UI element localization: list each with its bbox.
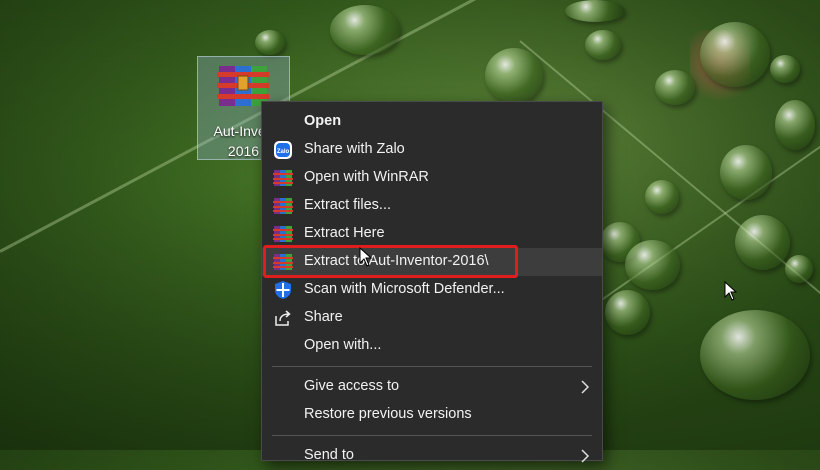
share-icon	[275, 310, 291, 326]
water-droplet	[655, 70, 695, 105]
menu-item-scan-defender[interactable]: Scan with Microsoft Defender...	[262, 276, 602, 304]
water-droplet	[700, 310, 810, 400]
water-droplet	[775, 100, 815, 150]
menu-item-restore-previous-versions[interactable]: Restore previous versions	[262, 401, 602, 429]
water-droplet	[645, 180, 679, 214]
mouse-cursor-icon	[724, 280, 738, 301]
mouse-cursor-icon	[359, 247, 373, 267]
menu-item-give-access-to[interactable]: Give access to	[262, 373, 602, 401]
menu-item-label: Give access to	[304, 378, 400, 394]
water-droplet	[700, 22, 770, 87]
water-droplet	[785, 255, 813, 283]
chevron-right-icon	[581, 449, 590, 463]
chevron-right-icon	[581, 380, 590, 394]
water-droplet	[330, 5, 400, 55]
menu-item-open-with-winrar[interactable]: Open with WinRAR	[262, 164, 602, 192]
winrar-icon	[273, 170, 293, 186]
menu-item-label: Restore previous versions	[304, 406, 472, 422]
menu-item-label: Send to	[304, 447, 354, 463]
water-droplet	[720, 145, 772, 200]
water-droplet	[585, 30, 621, 60]
menu-item-label: Share with Zalo	[304, 141, 405, 157]
water-droplet	[625, 240, 680, 290]
zalo-icon: Zalo	[274, 141, 292, 159]
menu-item-label: Extract Here	[304, 225, 385, 241]
water-droplet	[770, 55, 800, 83]
menu-separator	[272, 435, 592, 436]
menu-item-open-with[interactable]: Open with...	[262, 332, 602, 360]
menu-item-share-with-zalo[interactable]: Zalo Share with Zalo	[262, 136, 602, 164]
water-droplet	[485, 48, 543, 103]
water-droplet	[605, 290, 650, 335]
menu-item-label: Scan with Microsoft Defender...	[304, 281, 505, 297]
water-droplet	[735, 215, 790, 270]
water-droplet	[255, 30, 285, 55]
annotation-highlight-box	[263, 245, 518, 278]
menu-item-extract-files[interactable]: Extract files...	[262, 192, 602, 220]
defender-shield-icon	[275, 281, 291, 299]
winrar-icon	[273, 226, 293, 242]
menu-item-label: Share	[304, 309, 343, 325]
menu-item-label: Extract files...	[304, 197, 392, 213]
water-droplet	[565, 0, 625, 22]
winrar-icon	[273, 198, 293, 214]
menu-item-extract-here[interactable]: Extract Here	[262, 220, 602, 248]
menu-item-share[interactable]: Share	[262, 304, 602, 332]
menu-item-open[interactable]: Open	[262, 108, 602, 136]
menu-item-label: Open with...	[304, 337, 382, 353]
menu-separator	[272, 366, 592, 367]
menu-item-send-to[interactable]: Send to	[262, 442, 602, 470]
menu-item-label: Open	[304, 113, 342, 129]
svg-text:Zalo: Zalo	[277, 149, 290, 155]
context-menu: Open Zalo Share with Zalo Open with WinR…	[261, 101, 603, 463]
menu-item-label: Open with WinRAR	[304, 169, 429, 185]
